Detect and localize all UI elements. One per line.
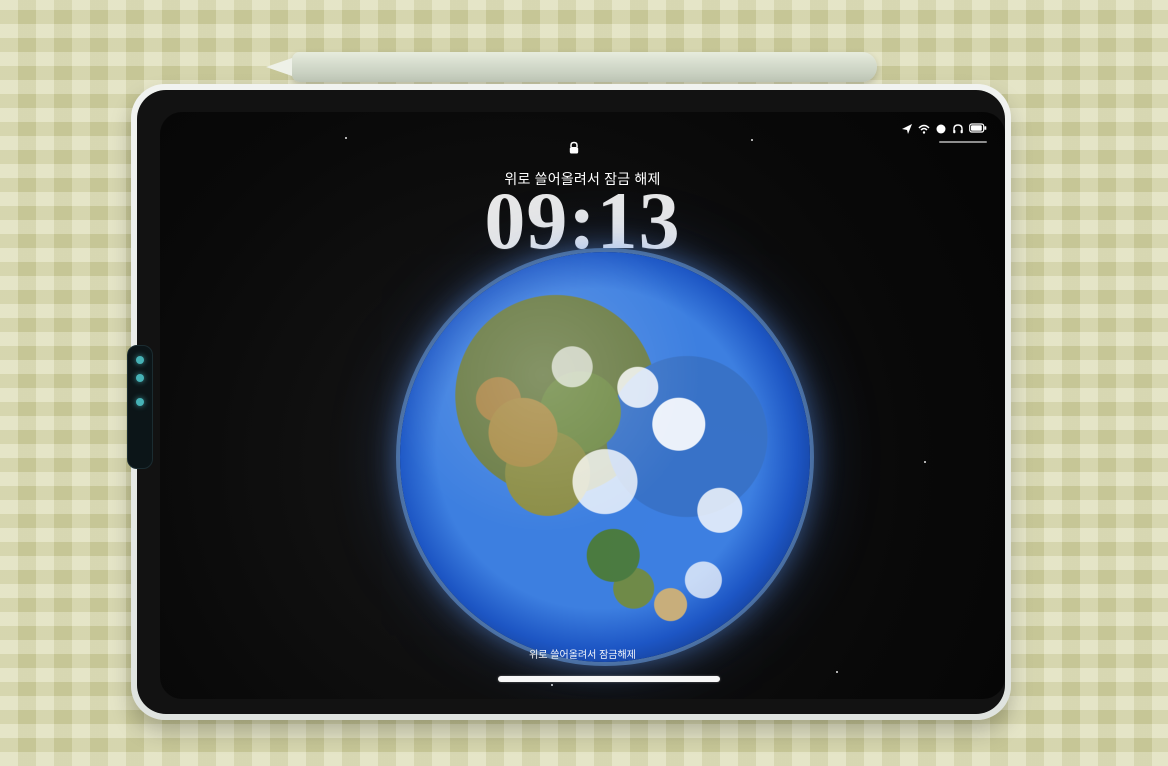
camera-lens-icon: [136, 374, 144, 382]
star-dot: [345, 137, 347, 139]
earth-wallpaper: [400, 252, 810, 662]
star-dot: [836, 671, 838, 673]
home-indicator[interactable]: [498, 676, 720, 682]
star-dot: [551, 684, 553, 686]
star-dot: [924, 461, 926, 463]
lock-screen-clock: 09:13: [484, 175, 681, 266]
apple-pencil: [266, 52, 877, 82]
bottom-unlock-hint: 위로 쓸어올려서 잠금해제: [529, 650, 636, 661]
pencil-tip: [266, 58, 292, 76]
lock-screen[interactable]: 위로 쓸어올려서 잠금 해제 09:13 위로 쓸어올려서 잠금해제: [160, 112, 1005, 699]
battery-icon: [969, 123, 987, 135]
lock-icon: [566, 140, 582, 156]
camera-lens-icon: [136, 356, 144, 364]
focus-icon: [935, 123, 947, 135]
headphones-icon: [952, 123, 964, 135]
location-icon: [901, 123, 913, 135]
ipad-bezel: 위로 쓸어올려서 잠금 해제 09:13 위로 쓸어올려서 잠금해제: [127, 90, 1005, 714]
ipad-device: 위로 쓸어올려서 잠금 해제 09:13 위로 쓸어올려서 잠금해제: [127, 84, 1011, 720]
status-bar: [901, 123, 987, 135]
star-dot: [751, 139, 753, 141]
status-underline: [939, 141, 987, 143]
camera-lens-icon: [136, 398, 144, 406]
wifi-icon: [918, 123, 930, 135]
front-camera-notch: [127, 345, 153, 469]
